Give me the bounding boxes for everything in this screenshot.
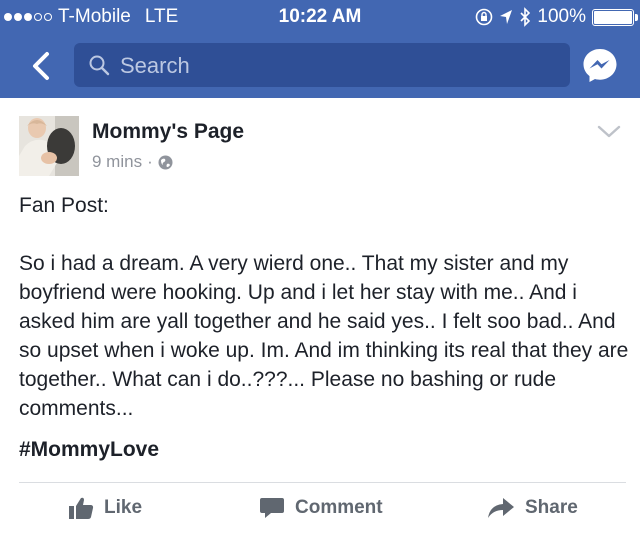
battery-icon — [592, 8, 638, 26]
battery-percent: 100% — [537, 6, 586, 27]
actions-divider — [19, 482, 626, 483]
post-time[interactable]: 9 mins — [92, 152, 142, 172]
post-actions: Like Comment Share — [0, 496, 640, 530]
status-right: 100% — [475, 6, 638, 28]
post-message: So i had a dream. A very wierd one.. Tha… — [19, 252, 629, 420]
search-placeholder: Search — [120, 53, 190, 78]
avatar[interactable] — [19, 116, 79, 176]
meta-separator: · — [147, 152, 153, 171]
like-button[interactable]: Like — [68, 496, 142, 520]
search-input[interactable]: Search — [74, 43, 570, 87]
post-hashtag[interactable]: #MommyLove — [19, 438, 159, 462]
post-intro: Fan Post: — [19, 194, 109, 217]
like-label: Like — [104, 497, 143, 518]
post-options-chevron-icon[interactable] — [596, 124, 622, 140]
comment-bubble-icon — [260, 498, 284, 518]
comment-button[interactable]: Comment — [259, 496, 383, 520]
post-body: Fan Post: So i had a dream. A very wierd… — [19, 191, 629, 423]
avatar-photo — [19, 116, 79, 176]
nav-bar: Search — [0, 34, 640, 98]
share-label: Share — [525, 497, 578, 518]
status-bar: T-Mobile LTE 10:22 AM 100% — [0, 0, 640, 34]
post-author[interactable]: Mommy's Page — [92, 120, 244, 144]
search-icon — [89, 55, 110, 76]
location-arrow-icon — [500, 10, 513, 24]
thumbs-up-icon — [69, 497, 94, 519]
share-button[interactable]: Share — [487, 496, 578, 520]
bluetooth-icon — [520, 7, 531, 27]
orientation-lock-icon — [476, 8, 493, 26]
comment-label: Comment — [295, 497, 383, 518]
post-meta: 9 mins · — [92, 152, 173, 172]
globe-icon — [158, 155, 173, 169]
messenger-icon[interactable] — [580, 45, 620, 85]
feed-post: Mommy's Page 9 mins · Fan Post: So i had… — [0, 98, 640, 546]
share-arrow-icon — [488, 498, 514, 518]
back-chevron-icon[interactable] — [24, 48, 60, 84]
